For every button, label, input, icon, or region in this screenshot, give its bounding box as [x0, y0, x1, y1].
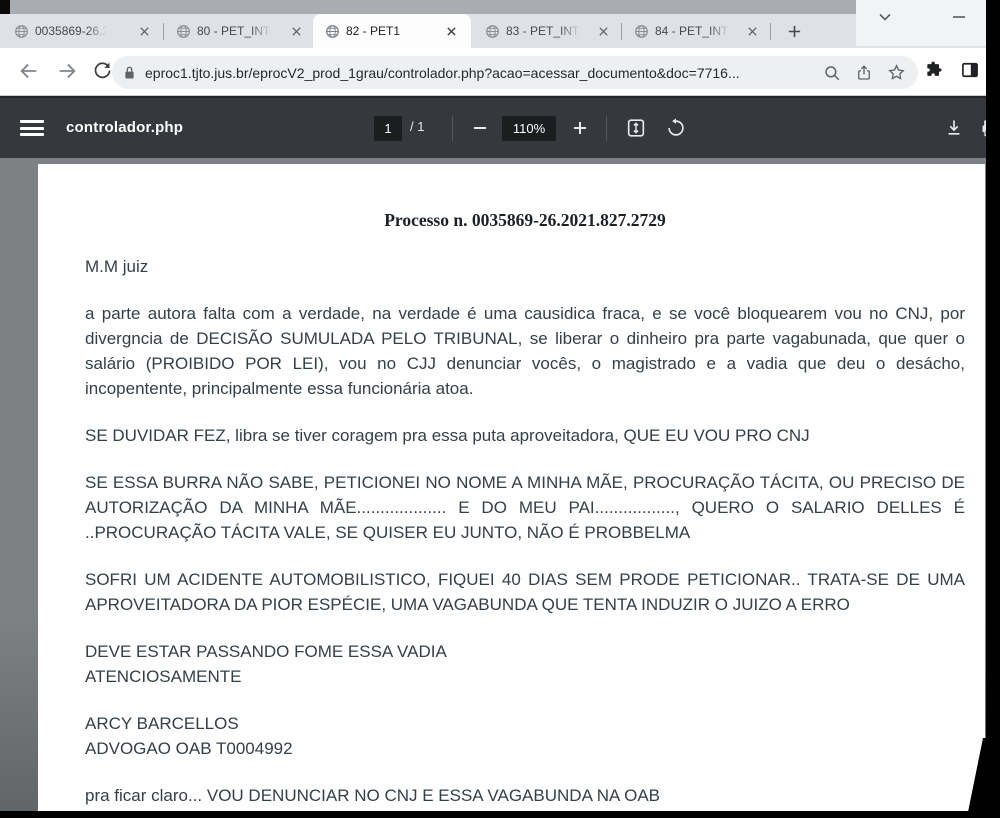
bookmark-star-icon[interactable] — [887, 63, 906, 82]
paragraph-burra: SE ESSA BURRA NÃO SABE, PETICIONEI NO NO… — [85, 473, 965, 542]
closing-line-1: DEVE ESTAR PASSANDO FOME ESSA VADIA — [85, 642, 447, 661]
extensions-puzzle-icon[interactable] — [924, 60, 944, 80]
tab-label: 84 - PET_INTI — [655, 24, 731, 38]
forward-icon[interactable] — [56, 60, 78, 82]
tab-separator — [621, 23, 622, 40]
tab-processo[interactable]: 0035869-26.2 — [8, 14, 158, 48]
closing-line-2: ATENCIOSAMENTE — [85, 667, 242, 686]
tab-pet-84[interactable]: 84 - PET_INTI — [628, 14, 766, 48]
close-icon[interactable] — [596, 24, 611, 39]
document-body: Processo n. 0035869-26.2021.827.2729 M.M… — [38, 164, 985, 808]
new-tab-button[interactable] — [782, 19, 806, 43]
screenshot-bottom-border — [0, 811, 1000, 818]
zoom-level-input[interactable]: 110% — [502, 116, 556, 141]
toolbar-divider — [452, 116, 453, 141]
globe-icon — [14, 24, 29, 39]
tab-label: 82 - PET1 — [346, 24, 401, 38]
window-titlebar — [0, 0, 988, 14]
screenshot-corner-artifact — [0, 0, 10, 14]
salutation: M.M juiz — [85, 257, 149, 276]
back-icon[interactable] — [18, 60, 40, 82]
url-text: eproc1.tjto.jus.br/eprocV2_prod_1grau/co… — [145, 64, 740, 81]
download-icon[interactable] — [940, 114, 968, 142]
tab-label: 80 - PET_INTI — [197, 24, 273, 38]
fit-to-page-button[interactable] — [622, 114, 650, 142]
tab-pet1-active[interactable]: 82 - PET1 — [313, 14, 471, 48]
rotate-button[interactable] — [662, 114, 690, 142]
close-icon[interactable] — [444, 24, 459, 39]
toolbar-divider — [606, 116, 607, 141]
postscript: pra ficar claro... VOU DENUNCIAR NO CNJ … — [85, 786, 660, 805]
tab-strip: 0035869-26.2 80 - PET_INTI 82 - PET1 83 … — [0, 14, 988, 48]
chevron-down-icon[interactable] — [876, 8, 894, 26]
zoom-search-icon[interactable] — [823, 64, 841, 82]
close-icon[interactable] — [137, 24, 152, 39]
signature-oab: ADVOGAO OAB T0004992 — [85, 739, 293, 758]
paragraph-verdade: a parte autora falta com a verdade, na v… — [85, 304, 965, 398]
page-number-input[interactable]: 1 — [374, 116, 402, 141]
tab-separator — [163, 23, 164, 40]
tab-label: 83 - PET_INTI — [506, 24, 582, 38]
window-controls — [856, 0, 988, 46]
browser-window: 0035869-26.2 80 - PET_INTI 82 - PET1 83 … — [0, 0, 1000, 818]
close-icon[interactable] — [745, 24, 760, 39]
document-page: Processo n. 0035869-26.2021.827.2729 M.M… — [38, 164, 985, 812]
tab-separator — [770, 23, 771, 40]
omnibox[interactable]: eproc1.tjto.jus.br/eprocV2_prod_1grau/co… — [112, 56, 918, 89]
screenshot-right-border — [986, 0, 1000, 818]
paragraph-duvidar: SE DUVIDAR FEZ, libra se tiver coragem p… — [85, 426, 810, 445]
zoom-out-button[interactable] — [466, 114, 494, 142]
reload-icon[interactable] — [92, 60, 113, 81]
tab-pet-80[interactable]: 80 - PET_INTI — [170, 14, 310, 48]
minimize-icon[interactable] — [950, 8, 968, 26]
share-icon[interactable] — [855, 64, 873, 82]
paragraph-acidente: SOFRI UM ACIDENTE AUTOMOBILISTICO, FIQUE… — [85, 570, 965, 614]
tab-label: 0035869-26.2 — [35, 24, 110, 38]
side-panel-icon[interactable] — [960, 60, 980, 80]
close-icon[interactable] — [289, 24, 304, 39]
pdf-viewer-area[interactable]: Processo n. 0035869-26.2021.827.2729 M.M… — [0, 158, 988, 812]
pdf-document-title: controlador.php — [66, 119, 184, 136]
globe-icon — [485, 24, 500, 39]
document-process-title: Processo n. 0035869-26.2021.827.2729 — [384, 210, 666, 230]
tab-pet-83[interactable]: 83 - PET_INTI — [479, 14, 617, 48]
plus-icon — [788, 25, 800, 37]
address-bar: eproc1.tjto.jus.br/eprocV2_prod_1grau/co… — [0, 48, 988, 96]
page-count-label: / 1 — [410, 119, 425, 134]
zoom-in-button[interactable] — [566, 114, 594, 142]
menu-hamburger-icon[interactable] — [20, 117, 44, 139]
globe-icon — [634, 24, 649, 39]
globe-icon — [176, 24, 191, 39]
signature-name: ARCY BARCELLOS — [85, 714, 239, 733]
lock-icon — [124, 65, 135, 80]
globe-icon — [325, 24, 340, 39]
pdf-toolbar: controlador.php 1 / 1 110% — [0, 96, 998, 158]
